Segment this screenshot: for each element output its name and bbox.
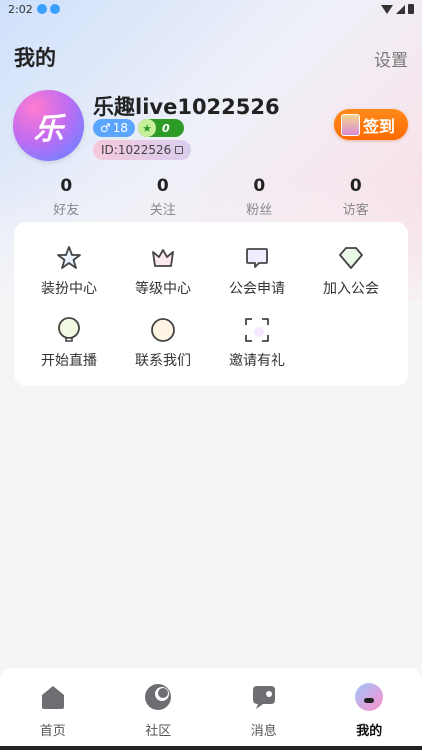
star-icon — [55, 244, 83, 272]
moon-icon — [143, 682, 173, 712]
tab-label: 社区 — [145, 724, 172, 739]
shield-icon — [337, 244, 365, 272]
checkin-button[interactable]: 签到 — [334, 109, 408, 140]
profile-icon — [354, 682, 384, 712]
menu-item-dressup[interactable]: 装扮中心 — [22, 244, 116, 298]
level-badge: ★ 0 — [138, 119, 185, 137]
notification-icon — [36, 4, 47, 14]
menu-item-level[interactable]: 等级中心 — [116, 244, 210, 298]
stat-value: 0 — [60, 176, 73, 196]
stat-value: 0 — [156, 176, 169, 196]
tab-label: 我的 — [356, 724, 383, 739]
male-icon: ♂ — [100, 121, 111, 135]
status-bar: 2:02 — [0, 0, 422, 18]
menu-item-join-guild[interactable]: 加入公会 — [304, 244, 398, 298]
contact-icon — [149, 316, 177, 344]
status-time: 2:02 — [8, 2, 33, 16]
avatar-logo-text: 乐 — [33, 111, 64, 147]
checkin-label: 签到 — [363, 116, 396, 136]
copy-icon — [175, 146, 184, 154]
feature-menu: 装扮中心 等级中心 公会申请 加入公会 开始直播 联系我们 邀请有礼 — [14, 222, 408, 386]
menu-item-guild-apply[interactable]: 公会申请 — [210, 244, 304, 298]
stat-label: 关注 — [149, 203, 176, 218]
crown-icon — [149, 244, 177, 272]
user-id: ID:1022526 — [101, 143, 172, 157]
message-icon — [249, 682, 279, 712]
chat-bubble-icon — [243, 244, 271, 272]
bottom-tab-bar: 首页 社区 消息 我的 — [0, 668, 422, 750]
stat-label: 好友 — [53, 203, 80, 218]
user-badges: ♂ 18 ★ 0 — [93, 119, 185, 137]
signal-icon — [396, 4, 405, 14]
battery-icon — [408, 4, 414, 14]
username: 乐趣live1022526 — [93, 95, 280, 119]
tab-messages[interactable]: 消息 — [211, 668, 317, 750]
menu-label: 邀请有礼 — [229, 353, 285, 369]
home-icon — [38, 682, 68, 712]
stat-fans[interactable]: 0 粉丝 — [211, 176, 308, 218]
avatar[interactable]: 乐 — [13, 90, 84, 161]
stat-label: 访客 — [342, 203, 369, 218]
menu-label: 联系我们 — [135, 353, 191, 369]
tab-profile[interactable]: 我的 — [317, 668, 422, 750]
tab-label: 消息 — [250, 724, 277, 739]
system-nav-bar — [0, 746, 422, 750]
stat-following[interactable]: 0 关注 — [115, 176, 212, 218]
tab-community[interactable]: 社区 — [106, 668, 212, 750]
menu-item-invite[interactable]: 邀请有礼 — [210, 316, 304, 370]
calendar-icon — [341, 113, 360, 136]
menu-label: 加入公会 — [323, 281, 379, 297]
gender-age-badge: ♂ 18 — [93, 119, 136, 137]
stat-label: 粉丝 — [246, 203, 273, 218]
menu-label: 等级中心 — [135, 281, 191, 297]
stat-visitors[interactable]: 0 访客 — [308, 176, 405, 218]
stat-value: 0 — [349, 176, 362, 196]
menu-label: 装扮中心 — [41, 281, 97, 297]
level-star-icon: ★ — [138, 119, 157, 137]
stat-friends[interactable]: 0 好友 — [18, 176, 115, 218]
stat-value: 0 — [253, 176, 266, 196]
tab-home[interactable]: 首页 — [0, 668, 106, 750]
wifi-icon — [381, 4, 393, 14]
scan-frame-icon — [243, 316, 271, 344]
page-title: 我的 — [14, 46, 56, 70]
tab-label: 首页 — [39, 724, 66, 739]
menu-item-start-live[interactable]: 开始直播 — [22, 316, 116, 370]
bulb-icon — [55, 316, 83, 344]
status-indicators — [381, 4, 414, 14]
level-value: 0 — [162, 121, 170, 135]
user-id-badge[interactable]: ID:1022526 — [93, 140, 192, 160]
menu-label: 公会申请 — [229, 281, 285, 297]
stats-row: 0 好友 0 关注 0 粉丝 0 访客 — [18, 176, 404, 218]
menu-item-contact[interactable]: 联系我们 — [116, 316, 210, 370]
settings-button[interactable]: 设置 — [374, 46, 408, 71]
notification-icon — [49, 4, 60, 14]
age-value: 18 — [112, 121, 129, 135]
menu-label: 开始直播 — [41, 353, 97, 369]
